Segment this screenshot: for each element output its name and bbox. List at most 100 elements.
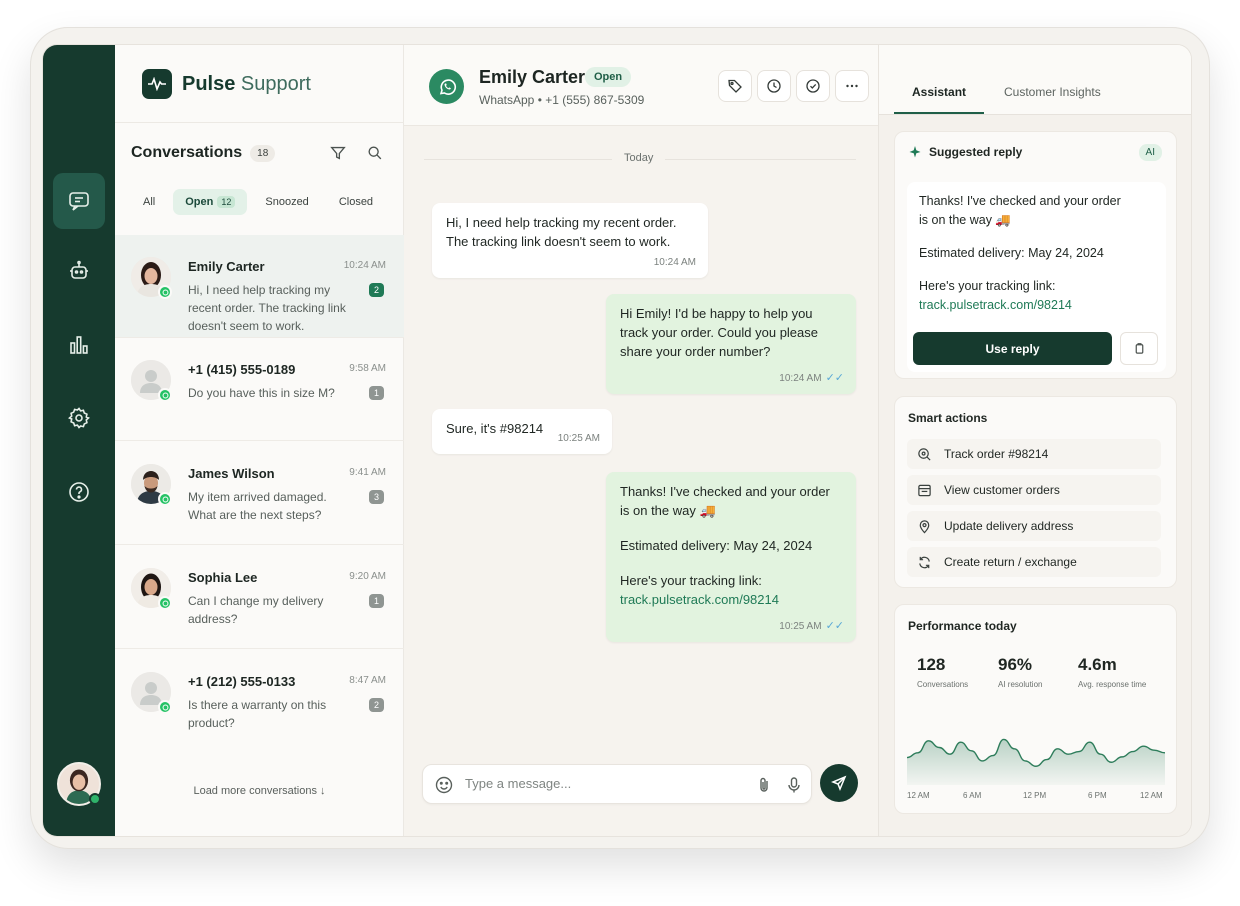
metric-ai-resolution: 96% AI resolution [998, 655, 1042, 689]
resolve-button[interactable] [796, 70, 830, 102]
conversation-item[interactable]: Sophia Lee 9:20 AM Can I change my deliv… [115, 546, 404, 649]
unread-badge: 2 [369, 283, 384, 297]
conversation-list-panel: Pulse Support Conversations 18 All Open 1… [115, 45, 404, 836]
nav-bot-button[interactable] [53, 243, 105, 299]
unread-badge: 2 [369, 698, 384, 712]
search-order-icon [918, 447, 931, 461]
metric-label: AI resolution [998, 680, 1043, 689]
filter-tab-snoozed[interactable]: Snoozed [253, 189, 320, 215]
filter-icon[interactable] [329, 144, 347, 162]
conversation-item[interactable]: +1 (212) 555-0133 8:47 AM Is there a war… [115, 650, 404, 753]
filter-tab-open[interactable]: Open 12 [173, 189, 248, 215]
message-time: 10:25 AM [557, 433, 600, 444]
send-button[interactable] [820, 764, 858, 802]
conversation-item[interactable]: Emily Carter 10:24 AM Hi, I need help tr… [115, 235, 404, 338]
use-reply-button[interactable]: Use reply [913, 332, 1112, 365]
suggestion-tracking-link[interactable]: track.pulsetrack.com/98214 [919, 296, 1139, 315]
send-icon [831, 775, 847, 791]
x-tick-label: 12 AM [1140, 791, 1163, 800]
smart-actions-title: Smart actions [908, 411, 988, 425]
tag-button[interactable] [718, 70, 752, 102]
message-text: Hi Emily! I'd be happy to help you [620, 306, 813, 321]
online-status-dot [89, 793, 101, 805]
nav-conversations-button[interactable] [53, 173, 105, 229]
tab-assistant[interactable]: Assistant [912, 85, 966, 99]
message-text: is on the way 🚚 [620, 503, 716, 518]
metric-value: 96% [998, 655, 1033, 674]
active-tab-indicator [894, 112, 984, 114]
emoji-icon[interactable] [434, 775, 454, 795]
message-text: Hi, I need help tracking my recent order… [446, 215, 677, 230]
nav-help-button[interactable] [53, 464, 105, 520]
metric-conversations: 128 Conversations [917, 655, 968, 689]
filter-tab-all[interactable]: All [131, 189, 167, 215]
search-icon[interactable] [366, 144, 384, 162]
contact-name: Sophia Lee [188, 570, 258, 585]
message-preview: Can I change my delivery address? [188, 594, 324, 626]
action-label: View customer orders [944, 483, 1060, 497]
tracking-link[interactable]: track.pulsetrack.com/98214 [620, 590, 842, 609]
conversation-item[interactable]: James Wilson 9:41 AM My item arrived dam… [115, 442, 404, 545]
filter-tab-closed[interactable]: Closed [327, 189, 385, 215]
message-input[interactable] [465, 776, 745, 791]
x-tick-label: 6 AM [963, 791, 982, 800]
incoming-message: Sure, it's #98214 10:25 AM [432, 409, 612, 454]
location-pin-icon [919, 519, 930, 533]
unread-badge: 3 [369, 490, 384, 504]
sparkle-icon [909, 146, 921, 158]
message-text: Here's your tracking link: [620, 573, 762, 588]
robot-icon [70, 260, 88, 279]
clock-icon [767, 79, 781, 93]
attachment-icon[interactable] [754, 775, 774, 795]
more-options-button[interactable] [835, 70, 869, 102]
chart-area-fill [907, 739, 1165, 785]
message-preview: Is there a warranty on this product? [188, 698, 327, 730]
conversation-item[interactable]: +1 (415) 555-0189 9:58 AM Do you have th… [115, 338, 404, 441]
message-time: 10:25 AM ✓✓ [779, 620, 844, 632]
message-time: 9:41 AM [349, 467, 386, 478]
message-preview: Do you have this in size M? [188, 386, 335, 400]
load-more-link[interactable]: Load more conversations ↓ [115, 785, 404, 797]
suggestion-line: Thanks! I've checked and your order [919, 194, 1121, 208]
nav-analytics-button[interactable] [53, 317, 105, 373]
metric-label: Avg. response time [1078, 680, 1147, 689]
message-text: share your order number? [620, 344, 771, 359]
suggested-reply-card: Suggested reply AI Thanks! I've checked … [894, 131, 1177, 379]
message-time: 10:24 AM ✓✓ [779, 372, 844, 384]
tab-customer-insights[interactable]: Customer Insights [1004, 85, 1101, 99]
check-circle-icon [806, 79, 820, 93]
message-time: 10:24 AM [653, 257, 696, 268]
action-view-orders[interactable]: View customer orders [907, 475, 1161, 505]
x-tick-label: 6 PM [1088, 791, 1107, 800]
contact-name: James Wilson [188, 466, 275, 481]
copy-button[interactable] [1120, 332, 1158, 365]
action-update-address[interactable]: Update delivery address [907, 511, 1161, 541]
action-create-return[interactable]: Create return / exchange [907, 547, 1161, 577]
nav-rail [43, 45, 115, 836]
conversations-header: Conversations 18 [131, 144, 276, 162]
app-window: Pulse Support Conversations 18 All Open 1… [43, 45, 1191, 836]
whatsapp-icon [158, 596, 172, 610]
message-text: Estimated delivery: May 24, 2024 [620, 538, 813, 553]
nav-settings-button[interactable] [53, 390, 105, 446]
snooze-button[interactable] [757, 70, 791, 102]
chat-contact-name: Emily Carter [479, 67, 586, 87]
side-tabs: Assistant Customer Insights [879, 45, 1191, 115]
tag-icon [728, 79, 742, 93]
outgoing-message: Hi Emily! I'd be happy to help you track… [606, 294, 856, 394]
conversation-status-badge[interactable]: Open [585, 67, 632, 87]
whatsapp-icon [158, 285, 172, 299]
copy-icon [1135, 343, 1143, 354]
action-label: Track order #98214 [944, 447, 1049, 461]
microphone-icon[interactable] [784, 775, 804, 795]
orders-list-icon [918, 484, 931, 496]
action-label: Update delivery address [944, 519, 1074, 533]
brand: Pulse Support [142, 69, 311, 99]
performance-title: Performance today [908, 619, 1017, 633]
action-track-order[interactable]: Track order #98214 [907, 439, 1161, 469]
chat-contact-subtitle: WhatsApp • +1 (555) 867-5309 [479, 93, 645, 107]
action-label: Create return / exchange [944, 555, 1077, 569]
whatsapp-icon [158, 492, 172, 506]
gear-icon [68, 407, 90, 429]
assistant-panel: Assistant Customer Insights Suggested re… [878, 45, 1191, 836]
